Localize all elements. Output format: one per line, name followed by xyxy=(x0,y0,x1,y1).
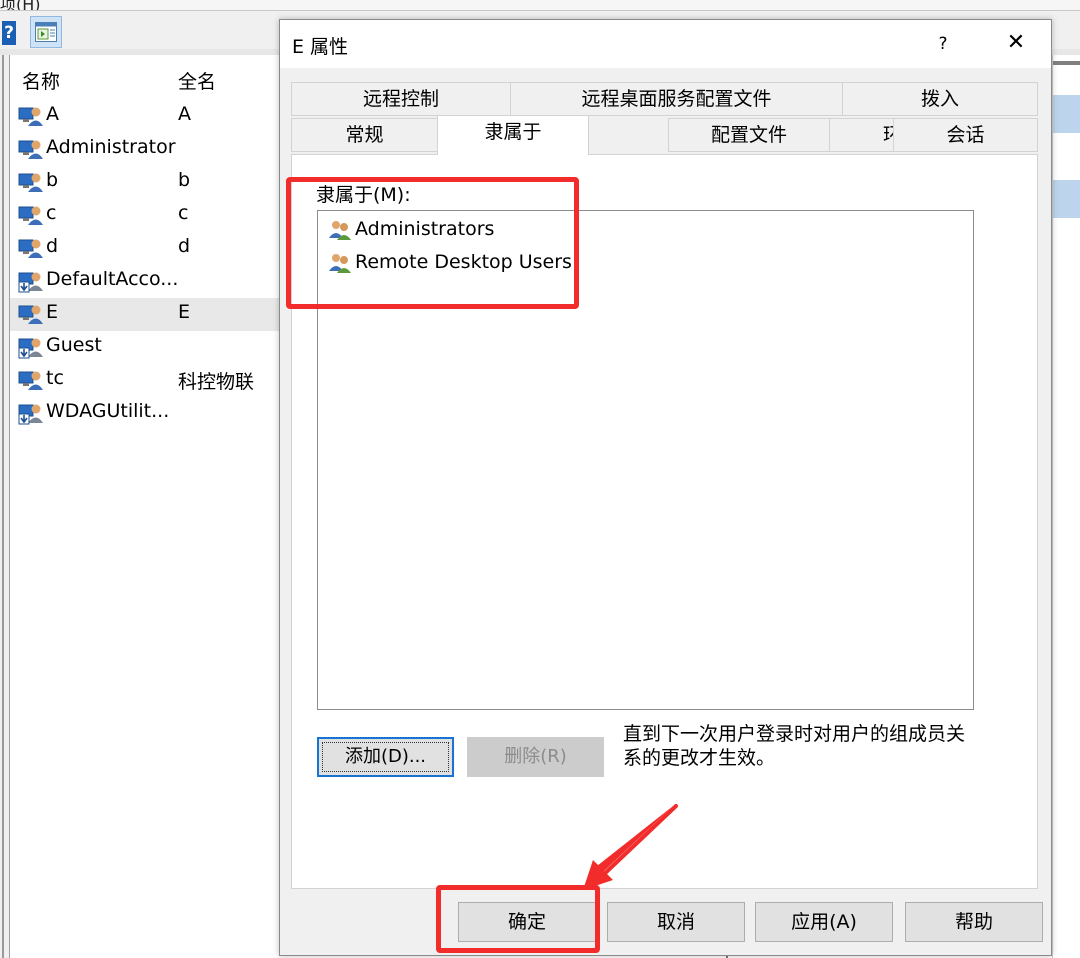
annotation-arrow-icon xyxy=(583,804,678,890)
